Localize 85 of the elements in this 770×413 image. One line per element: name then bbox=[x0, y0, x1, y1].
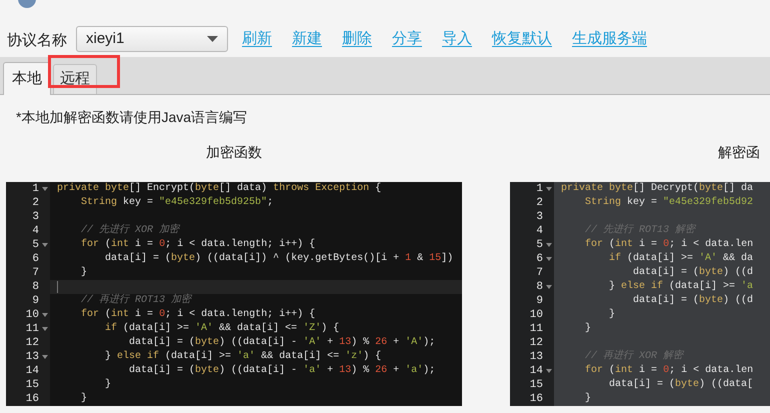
fold-caret-icon[interactable] bbox=[42, 327, 48, 331]
line-number: 1 bbox=[32, 182, 39, 196]
fold-caret-icon[interactable] bbox=[546, 257, 552, 261]
protocol-name-label: 协议名称 bbox=[7, 30, 67, 50]
code-line: data[i] = (byte) ((data[i] - 'a' + 13) % 26 + 'a'); bbox=[128, 364, 436, 378]
code-line: } bbox=[80, 392, 88, 406]
fold-caret-icon[interactable] bbox=[546, 285, 552, 289]
toolbar-link[interactable]: 生成服务端 bbox=[572, 28, 647, 50]
code-line: if (data[i] >= 'A' && da bbox=[608, 252, 754, 266]
line-number: 9 bbox=[536, 294, 543, 308]
line-number: 12 bbox=[530, 336, 543, 350]
code-line: for (int i = 0; i < data.len bbox=[584, 238, 754, 252]
toolbar-link[interactable]: 删除 bbox=[342, 28, 372, 50]
line-number: 16 bbox=[530, 392, 543, 406]
line-number: 11 bbox=[26, 322, 39, 336]
line-number: 10 bbox=[530, 308, 543, 322]
code-editor[interactable] bbox=[6, 182, 462, 406]
toolbar-link[interactable]: 新建 bbox=[292, 28, 322, 50]
code-line: data[i] = (byte) ((data[i]) ^ (key.getBytes()[i + 1 & 15]) bbox=[104, 252, 454, 266]
code-line: } bbox=[584, 392, 592, 406]
code-line: } bbox=[80, 266, 88, 280]
line-number: 16 bbox=[26, 392, 39, 406]
line-number: 3 bbox=[536, 210, 543, 224]
toolbar-link[interactable]: 刷新 bbox=[242, 28, 272, 50]
line-number: 2 bbox=[536, 196, 543, 210]
fold-caret-icon[interactable] bbox=[42, 187, 48, 191]
line-number: 5 bbox=[32, 238, 39, 252]
line-number: 12 bbox=[26, 336, 39, 350]
tab[interactable]: 远程 bbox=[53, 64, 97, 94]
code-line: } bbox=[608, 308, 616, 322]
code-line: data[i] = (byte) ((data[ bbox=[608, 378, 754, 392]
code-line: } bbox=[104, 378, 112, 392]
code-line: // 先进行 XOR 加密 bbox=[80, 224, 180, 238]
line-number: 8 bbox=[32, 280, 39, 294]
line-number: 9 bbox=[32, 294, 39, 308]
code-line: } bbox=[584, 322, 592, 336]
toolbar-link[interactable]: 恢复默认 bbox=[492, 28, 552, 50]
editor-heading: 解密函 bbox=[717, 143, 761, 162]
fold-caret-icon[interactable] bbox=[546, 369, 552, 373]
code-line: private byte[] Encrypt(byte[] data) throws Exception { bbox=[57, 182, 382, 196]
fold-caret-icon[interactable] bbox=[42, 243, 48, 247]
line-number: 13 bbox=[530, 350, 543, 364]
line-number: 3 bbox=[32, 210, 39, 224]
code-line: for (int i = 0; i < data.length; i++) { bbox=[80, 238, 316, 252]
fold-caret-icon[interactable] bbox=[42, 313, 48, 317]
code-line: String key = "e45e329feb5d92 bbox=[584, 196, 754, 210]
toolbar-link[interactable]: 导入 bbox=[442, 28, 472, 50]
line-number: 14 bbox=[530, 364, 543, 378]
dropdown-caret-icon bbox=[207, 36, 218, 42]
code-line: data[i] = (byte) ((d bbox=[632, 266, 754, 280]
line-number: 6 bbox=[536, 252, 543, 266]
code-editor[interactable] bbox=[510, 182, 770, 406]
fold-caret-icon[interactable] bbox=[546, 243, 552, 247]
line-number: 14 bbox=[26, 364, 39, 378]
line-number: 11 bbox=[530, 322, 543, 336]
code-line: } else if (data[i] >= 'a bbox=[608, 280, 754, 294]
toolbar-link[interactable]: 分享 bbox=[392, 28, 422, 50]
line-number: 6 bbox=[32, 252, 39, 266]
protocol-select[interactable]: xieyi1 bbox=[76, 26, 228, 52]
code-line: for (int i = 0; i < data.length; i++) { bbox=[80, 308, 316, 322]
line-number: 7 bbox=[32, 266, 39, 280]
line-number: 4 bbox=[536, 224, 543, 238]
line-number: 5 bbox=[536, 238, 543, 252]
code-line: private byte[] Decrypt(byte[] da bbox=[561, 182, 754, 196]
code-line: if (data[i] >= 'A' && data[i] <= 'Z') { bbox=[104, 322, 340, 336]
tab[interactable]: 本地 bbox=[3, 62, 51, 95]
fold-caret-icon[interactable] bbox=[546, 187, 552, 191]
editor-heading: 加密函数 bbox=[206, 143, 262, 162]
fold-caret-icon[interactable] bbox=[42, 355, 48, 359]
code-line: // 再进行 ROT13 加密 bbox=[80, 294, 192, 308]
line-number: 10 bbox=[26, 308, 39, 322]
line-number: 1 bbox=[536, 182, 543, 196]
line-number: 13 bbox=[26, 350, 39, 364]
line-number: 15 bbox=[530, 378, 543, 392]
line-number: 4 bbox=[32, 224, 39, 238]
note-text: *本地加解密函数请使用Java语言编写 bbox=[15, 108, 248, 127]
code-line: String key = "e45e329feb5d925b"; bbox=[80, 196, 274, 210]
line-number: 8 bbox=[536, 280, 543, 294]
line-number: 7 bbox=[536, 266, 543, 280]
code-line: data[i] = (byte) ((d bbox=[632, 294, 754, 308]
line-number: 2 bbox=[32, 196, 39, 210]
code-line: for (int i = 0; i < data.len bbox=[584, 364, 754, 378]
line-number: 15 bbox=[26, 378, 39, 392]
code-line: } else if (data[i] >= 'a' && data[i] <= 'z') { bbox=[104, 350, 382, 364]
code-line: data[i] = (byte) ((data[i] - 'A' + 13) % 26 + 'A'); bbox=[128, 336, 436, 350]
